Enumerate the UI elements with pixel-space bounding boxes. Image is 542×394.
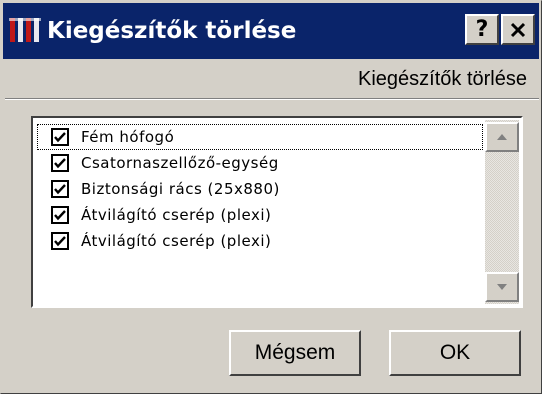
check-icon bbox=[54, 132, 66, 143]
window-title: Kiegészítők törlése bbox=[47, 18, 297, 44]
item-checkbox[interactable] bbox=[51, 154, 69, 172]
list-item[interactable]: Átvilágító cserép (plexi) bbox=[37, 202, 483, 228]
list-item[interactable]: Fém hófogó bbox=[37, 124, 483, 150]
close-button[interactable] bbox=[501, 14, 535, 45]
dialog-window: Kiegészítők törlése ? Kiegészítők törlés… bbox=[0, 0, 542, 394]
check-icon bbox=[54, 184, 66, 195]
ok-button[interactable]: OK bbox=[389, 330, 521, 376]
item-checkbox[interactable] bbox=[51, 128, 69, 146]
item-checkbox[interactable] bbox=[51, 180, 69, 198]
cancel-button[interactable]: Mégsem bbox=[229, 330, 361, 376]
list-item[interactable]: Csatornaszellőző-egység bbox=[37, 150, 483, 176]
arrow-up-icon bbox=[497, 134, 507, 140]
item-label: Átvilágító cserép (plexi) bbox=[81, 206, 272, 224]
item-label: Átvilágító cserép (plexi) bbox=[81, 232, 272, 250]
item-label: Csatornaszellőző-egység bbox=[81, 154, 279, 172]
item-label: Fém hófogó bbox=[81, 128, 175, 146]
list-item[interactable]: Biztonsági rács (25x880) bbox=[37, 176, 483, 202]
list-items: Fém hófogó Csatornaszellőző-egység Bizto… bbox=[35, 120, 485, 304]
arrow-down-icon bbox=[497, 284, 507, 290]
close-icon bbox=[510, 22, 526, 38]
title-bar[interactable]: Kiegészítők törlése ? bbox=[3, 3, 539, 59]
scroll-down-button[interactable] bbox=[485, 272, 519, 302]
help-button[interactable]: ? bbox=[465, 14, 499, 45]
help-icon: ? bbox=[475, 17, 489, 42]
item-checkbox[interactable] bbox=[51, 206, 69, 224]
check-icon bbox=[54, 210, 66, 221]
list-item[interactable]: Átvilágító cserép (plexi) bbox=[37, 228, 483, 254]
app-icon bbox=[9, 18, 41, 42]
accessories-checklist[interactable]: Fém hófogó Csatornaszellőző-egység Bizto… bbox=[31, 116, 523, 308]
separator-highlight bbox=[5, 99, 539, 100]
item-checkbox[interactable] bbox=[51, 232, 69, 250]
vertical-scrollbar[interactable] bbox=[485, 120, 519, 304]
check-icon bbox=[54, 236, 66, 247]
scroll-up-button[interactable] bbox=[485, 122, 519, 152]
item-label: Biztonsági rács (25x880) bbox=[81, 180, 280, 198]
check-icon bbox=[54, 158, 66, 169]
dialog-heading: Kiegészítők törlése bbox=[358, 68, 527, 90]
